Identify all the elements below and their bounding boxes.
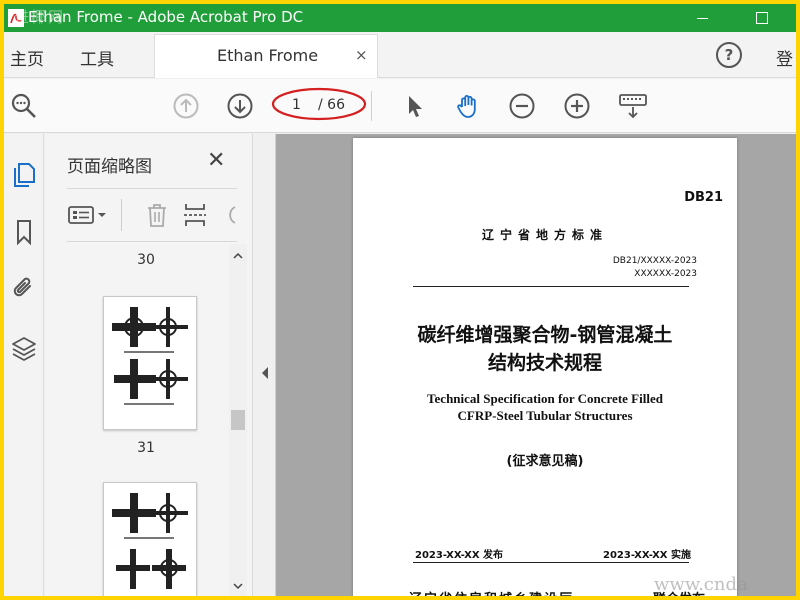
scroll-down-icon[interactable] (232, 580, 244, 592)
thumbnail-drawing (112, 307, 188, 405)
publish-date: 2023-XX-XX 发布 (415, 550, 504, 561)
title-english-line2: CFRP-Steel Tubular Structures (457, 408, 633, 423)
page-thumbnail[interactable] (103, 296, 197, 430)
window-title: Ethan Frome - Adobe Acrobat Pro DC (28, 8, 304, 26)
close-panel-button[interactable]: ✕ (207, 148, 225, 173)
scrollbar-thumb[interactable] (231, 410, 245, 430)
watermark-bottom: www.cnda (654, 574, 748, 595)
rotate-page-icon[interactable] (219, 201, 237, 229)
toolbar: 1 / 66 (4, 79, 796, 133)
pdf-page: DB21 辽宁省地方标准 DB21/XXXXX-2023 XXXXXX-2023… (353, 138, 737, 596)
thumbnail-options-icon[interactable] (67, 201, 113, 229)
minimize-button[interactable] (679, 4, 725, 32)
thumbnail-list: 30 31 (67, 244, 225, 596)
close-tab-button[interactable]: × (355, 46, 368, 64)
issuing-authority: 辽宁省住房和城乡建设厅 (409, 588, 574, 596)
document-view[interactable]: DB21 辽宁省地方标准 DB21/XXXXX-2023 XXXXXX-2023… (254, 134, 796, 596)
delete-page-icon[interactable] (143, 201, 171, 229)
toolbar-divider (371, 91, 372, 121)
draft-label: (征求意见稿) (506, 454, 584, 469)
collapse-panel-icon[interactable] (260, 366, 270, 380)
bookmark-icon[interactable] (10, 218, 38, 246)
scroll-up-icon[interactable] (232, 250, 244, 262)
title-bar: Ethan Frome - Adobe Acrobat Pro DC 进椰网 (4, 4, 796, 32)
document-tab[interactable]: Ethan Frome × (154, 34, 378, 78)
panel-collapse-strip (254, 134, 276, 596)
watermark-top: 进椰网 (14, 8, 66, 26)
menu-bar: 主页 工具 Ethan Frome × ? 登 (4, 32, 796, 78)
keyboard-scroll-icon[interactable] (618, 92, 648, 120)
divider-line (413, 286, 689, 287)
thumbnail-scrollbar[interactable] (229, 244, 247, 596)
panel-toolbar (67, 188, 237, 242)
zoom-search-icon[interactable] (10, 92, 38, 120)
document-tab-label: Ethan Frome (217, 46, 319, 65)
title-chinese-line2: 结构技术规程 (487, 352, 602, 374)
insert-page-icon[interactable] (181, 201, 209, 229)
page-thumbnail[interactable] (103, 482, 197, 596)
previous-page-icon[interactable] (172, 92, 200, 120)
replaced-standard-number: XXXXXX-2023 (634, 269, 697, 279)
thumbnail-drawing (112, 493, 188, 589)
attachment-icon[interactable] (10, 274, 38, 302)
maximize-button[interactable] (737, 4, 783, 32)
select-cursor-icon[interactable] (400, 92, 428, 120)
app-window: Ethan Frome - Adobe Acrobat Pro DC 进椰网 主… (4, 4, 796, 596)
page-thumbnails-icon[interactable] (10, 160, 38, 188)
menu-home[interactable]: 主页 (10, 45, 44, 70)
navigation-rail (4, 134, 44, 596)
standard-code: DB21 (684, 190, 723, 205)
title-english-line1: Technical Specification for Concrete Fil… (427, 391, 663, 406)
highlight-ellipse (271, 87, 367, 121)
zoom-in-icon[interactable] (563, 92, 591, 120)
page-navigator: 1 / 66 (271, 87, 367, 121)
login-button[interactable]: 登 (776, 45, 793, 70)
help-button[interactable]: ? (716, 42, 742, 68)
thumbnail-panel: 页面缩略图 ✕ 30 31 (45, 134, 253, 596)
divider-line (413, 562, 689, 563)
layers-icon[interactable] (10, 334, 38, 362)
menu-tools[interactable]: 工具 (80, 45, 114, 70)
panel-toolbar-divider (121, 199, 122, 231)
title-chinese-line1: 碳纤维增强聚合物-钢管混凝土 (417, 324, 673, 346)
province-standard-label: 辽宁省地方标准 (481, 228, 608, 242)
panel-title: 页面缩略图 (67, 157, 152, 177)
hand-tool-icon[interactable] (454, 92, 482, 120)
thumbnail-page-number: 31 (137, 440, 155, 456)
implement-date: 2023-XX-XX 实施 (602, 550, 691, 561)
next-page-icon[interactable] (226, 92, 254, 120)
standard-number: DB21/XXXXX-2023 (612, 256, 697, 266)
thumbnail-page-number: 30 (137, 252, 155, 268)
zoom-out-icon[interactable] (508, 92, 536, 120)
